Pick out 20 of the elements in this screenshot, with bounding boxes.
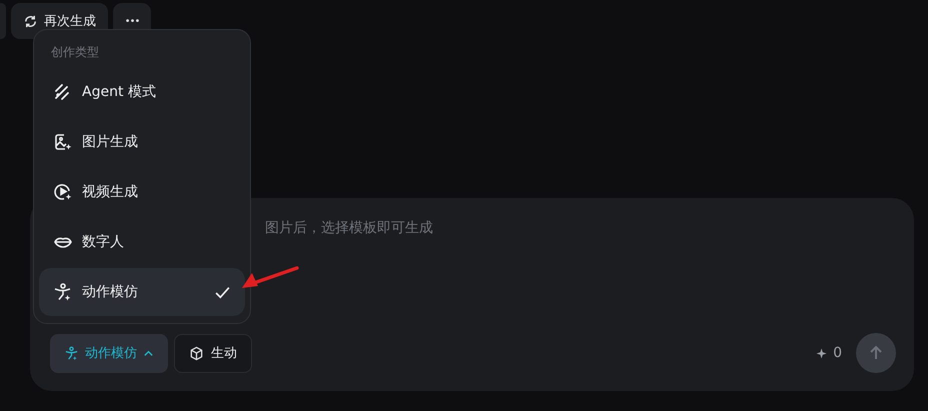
prompt-field[interactable]: 图片后，选择模板即可生成 <box>265 219 896 237</box>
more-icon <box>126 19 138 23</box>
menu-item[interactable]: 图片生成 <box>39 118 245 166</box>
menu-header: 创作类型 <box>50 44 100 61</box>
mode-button[interactable]: 动作模仿 <box>50 334 168 372</box>
menu-item[interactable]: 视频生成 <box>39 168 245 216</box>
figure-icon <box>64 346 79 360</box>
menu-item[interactable]: 数字人 <box>39 218 245 266</box>
menu-item[interactable]: Agent 模式 <box>39 68 245 116</box>
figure-icon <box>53 282 73 302</box>
refresh-icon <box>23 14 38 28</box>
menu-item[interactable]: 动作模仿 <box>39 268 245 316</box>
arrow-up-icon <box>868 345 884 361</box>
send-button[interactable] <box>856 333 896 373</box>
cube-icon <box>189 346 204 360</box>
image-icon <box>53 132 73 152</box>
style-button[interactable]: 生动 <box>174 334 252 372</box>
sparkle-icon <box>816 348 828 358</box>
play-icon <box>53 182 73 202</box>
credit-count: 0 <box>833 345 842 361</box>
